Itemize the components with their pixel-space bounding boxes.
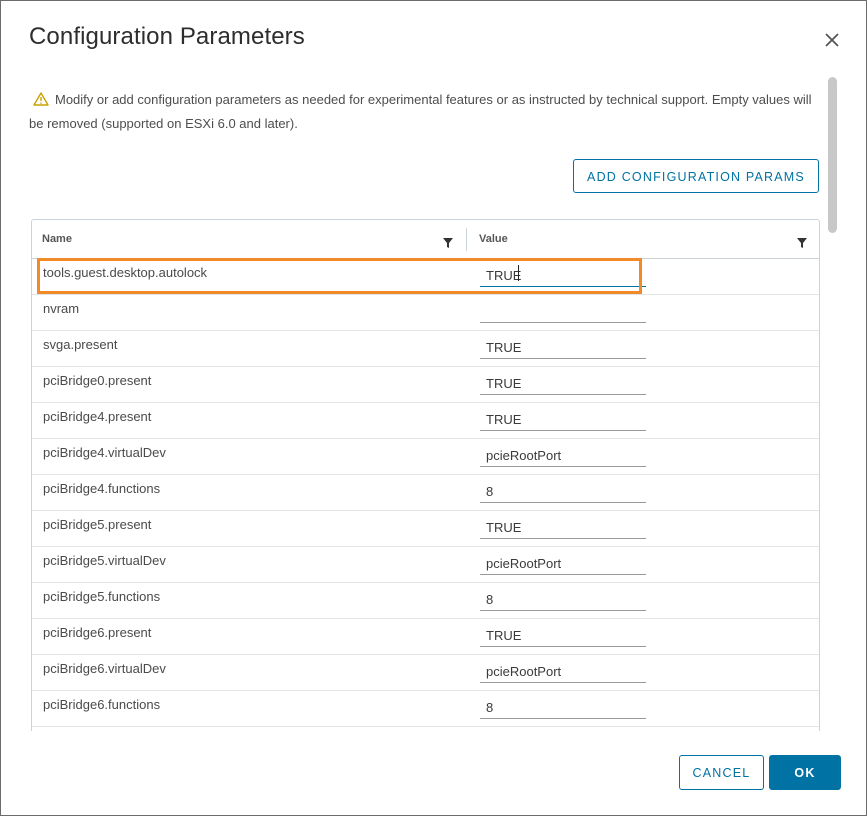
info-text: Modify or add configuration parameters a…	[29, 92, 812, 131]
param-value-input[interactable]	[480, 697, 646, 719]
table-row: pciBridge5.present	[32, 511, 819, 547]
table-row: pciBridge4.present	[32, 403, 819, 439]
table-row: tools.guest.desktop.autolock	[32, 259, 819, 295]
param-name: pciBridge4.functions	[43, 481, 161, 496]
param-name: pciBridge4.virtualDev	[43, 445, 166, 460]
param-value-input[interactable]	[480, 481, 646, 503]
close-button[interactable]	[821, 29, 843, 51]
ok-button[interactable]: OK	[769, 755, 841, 790]
table-row: pciBridge4.functions	[32, 475, 819, 511]
info-message: Modify or add configuration parameters a…	[29, 88, 824, 136]
param-value-input[interactable]	[480, 445, 646, 467]
param-name: pciBridge6.present	[43, 625, 152, 640]
close-icon	[825, 33, 839, 47]
table-row: pciBridge6.present	[32, 619, 819, 655]
table-row: pciBridge0.present	[32, 367, 819, 403]
param-name: pciBridge6.functions	[43, 697, 161, 712]
param-value-input[interactable]	[480, 589, 646, 611]
param-value-input[interactable]	[480, 409, 646, 431]
param-name: tools.guest.desktop.autolock	[43, 265, 208, 280]
configuration-parameters-dialog: Configuration Parameters Modify or add c…	[0, 0, 867, 816]
param-value-input[interactable]	[480, 625, 646, 647]
param-value-input[interactable]	[480, 337, 646, 359]
table-row: pciBridge6.functions	[32, 691, 819, 727]
table-row: nvram	[32, 295, 819, 331]
grid-header: Name Value	[32, 220, 819, 259]
param-value-input[interactable]	[480, 517, 646, 539]
table-row: pciBridge6.virtualDev	[32, 655, 819, 691]
dialog-body[interactable]: Modify or add configuration parameters a…	[1, 73, 824, 731]
param-value-input[interactable]	[480, 553, 646, 575]
dialog-title: Configuration Parameters	[29, 23, 305, 50]
cancel-button[interactable]: CANCEL	[679, 755, 764, 790]
text-cursor	[518, 265, 519, 281]
param-value-input[interactable]	[480, 265, 646, 287]
param-value-input[interactable]	[480, 373, 646, 395]
table-row: svga.present	[32, 331, 819, 367]
table-row: pciBridge4.virtualDev	[32, 439, 819, 475]
param-name: pciBridge5.present	[43, 517, 152, 532]
parameters-grid: Name Value tools.guest.desktop.autolock …	[31, 219, 820, 731]
param-name: pciBridge0.present	[43, 373, 152, 388]
param-name: pciBridge6.virtualDev	[43, 661, 166, 676]
param-name: svga.present	[43, 337, 118, 352]
vertical-scrollbar[interactable]	[825, 75, 839, 731]
add-configuration-params-button[interactable]: ADD CONFIGURATION PARAMS	[573, 159, 819, 193]
dialog-footer: CANCEL OK	[1, 731, 866, 815]
scrollbar-thumb[interactable]	[828, 77, 837, 233]
param-name: nvram	[43, 301, 80, 316]
filter-icon[interactable]	[797, 235, 807, 248]
param-name: pciBridge5.functions	[43, 589, 161, 604]
table-row: pciBridge5.functions	[32, 583, 819, 619]
table-row: pciBridge5.virtualDev	[32, 547, 819, 583]
filter-icon[interactable]	[443, 235, 453, 248]
param-name: pciBridge4.present	[43, 409, 152, 424]
column-header-name[interactable]: Name	[42, 220, 72, 258]
param-value-input[interactable]	[480, 301, 646, 323]
column-header-value[interactable]: Value	[479, 220, 508, 258]
param-name: pciBridge5.virtualDev	[43, 553, 166, 568]
param-value-input[interactable]	[480, 661, 646, 683]
column-separator[interactable]	[466, 228, 467, 251]
warning-triangle-icon	[33, 90, 49, 106]
